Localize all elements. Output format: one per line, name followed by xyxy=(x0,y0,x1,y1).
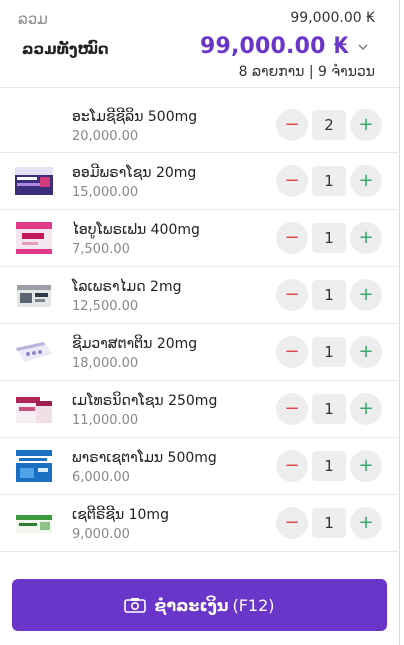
item-price: 20,000.00 xyxy=(72,129,139,144)
item-name: ເຊຕີຣີຊີນ 10mg xyxy=(72,507,169,523)
cart-item-list: ອະໂມຊີຊີລິນ 500mg 20,000.00 − 2 + ອອມີພຣ… xyxy=(0,97,400,552)
cart-panel: ລວມ 99,000.00 ₭ ລວມທັງໝົດ 99,000.00 ₭ 8 … xyxy=(0,0,400,645)
increase-qty-button[interactable]: + xyxy=(350,507,382,539)
camera-icon xyxy=(124,598,147,613)
item-name: ອະໂມຊີຊີລິນ 500mg xyxy=(72,109,198,125)
item-price: 7,500.00 xyxy=(72,242,130,257)
chevron-down-icon xyxy=(358,43,368,50)
quantity-stepper: − 1 + xyxy=(276,393,382,425)
item-price: 18,000.00 xyxy=(72,356,139,371)
total-toggle[interactable]: 99,000.00 ₭ xyxy=(200,34,369,59)
cart-header: ລວມ 99,000.00 ₭ ລວມທັງໝົດ 99,000.00 ₭ 8 … xyxy=(0,0,399,88)
cart-summary: 8 ລາຍການ | 9 ຈຳນວນ xyxy=(238,64,375,80)
decrease-qty-button[interactable]: − xyxy=(276,222,308,254)
cart-item: ເຊຕີຣີຊີນ 10mg 9,000.00 − 1 + xyxy=(0,495,400,552)
item-name: ຊີມວາສຕາຕິນ 20mg xyxy=(72,336,198,352)
product-thumbnail xyxy=(15,167,53,195)
pay-button[interactable]: ຊຳລະເງິນ (F12) xyxy=(12,579,387,631)
subtotal-label: ລວມ xyxy=(18,10,48,28)
quantity-stepper: − 1 + xyxy=(276,222,382,254)
increase-qty-button[interactable]: + xyxy=(350,109,382,141)
quantity-field[interactable]: 1 xyxy=(312,223,346,253)
cart-item: ຊີມວາສຕາຕິນ 20mg 18,000.00 − 1 + xyxy=(0,324,400,381)
increase-qty-button[interactable]: + xyxy=(350,336,382,368)
quantity-field[interactable]: 1 xyxy=(312,280,346,310)
decrease-qty-button[interactable]: − xyxy=(276,450,308,482)
item-name: ເມໂທຣນິດາໂຊນ 250mg xyxy=(72,393,218,409)
subtotal-value: 99,000.00 ₭ xyxy=(290,10,375,26)
decrease-qty-button[interactable]: − xyxy=(276,109,308,141)
item-name: ໂລເພຣາໄມດ 2mg xyxy=(72,279,182,295)
quantity-field[interactable]: 1 xyxy=(312,166,346,196)
quantity-field[interactable]: 1 xyxy=(312,394,346,424)
product-thumbnail xyxy=(16,222,52,254)
pay-button-label: ຊຳລະເງິນ xyxy=(154,595,229,615)
cart-item: ໄອບູໂພຣເຟນ 400mg 7,500.00 − 1 + xyxy=(0,210,400,267)
cart-item: ເມໂທຣນິດາໂຊນ 250mg 11,000.00 − 1 + xyxy=(0,381,400,438)
decrease-qty-button[interactable]: − xyxy=(276,393,308,425)
cart-item: ໂລເພຣາໄມດ 2mg 12,500.00 − 1 + xyxy=(0,267,400,324)
cart-item: ພາຣາເຊຕາໂມນ 500mg 6,000.00 − 1 + xyxy=(0,438,400,495)
increase-qty-button[interactable]: + xyxy=(350,279,382,311)
increase-qty-button[interactable]: + xyxy=(350,393,382,425)
quantity-stepper: − 1 + xyxy=(276,450,382,482)
decrease-qty-button[interactable]: − xyxy=(276,279,308,311)
quantity-field[interactable]: 2 xyxy=(312,110,346,140)
quantity-field[interactable]: 1 xyxy=(312,451,346,481)
quantity-field[interactable]: 1 xyxy=(312,508,346,538)
item-price: 6,000.00 xyxy=(72,470,130,485)
quantity-stepper: − 1 + xyxy=(276,507,382,539)
item-name: ໄອບູໂພຣເຟນ 400mg xyxy=(72,222,200,238)
item-name: ພາຣາເຊຕາໂມນ 500mg xyxy=(72,450,217,466)
product-thumbnail xyxy=(17,285,51,307)
product-thumbnail xyxy=(16,342,52,362)
product-thumbnail xyxy=(16,450,52,482)
item-price: 15,000.00 xyxy=(72,185,139,200)
increase-qty-button[interactable]: + xyxy=(350,222,382,254)
cart-item: ອະໂມຊີຊີລິນ 500mg 20,000.00 − 2 + xyxy=(0,97,400,153)
total-label: ລວມທັງໝົດ xyxy=(22,40,109,58)
increase-qty-button[interactable]: + xyxy=(350,165,382,197)
item-price: 11,000.00 xyxy=(72,413,139,428)
item-price: 12,500.00 xyxy=(72,299,139,314)
cart-item: ອອມີພຣາໂຊນ 20mg 15,000.00 − 1 + xyxy=(0,153,400,210)
product-thumbnail xyxy=(16,397,52,423)
quantity-stepper: − 1 + xyxy=(276,165,382,197)
item-price: 9,000.00 xyxy=(72,527,130,542)
pay-button-container: ຊຳລະເງິນ (F12) xyxy=(12,579,387,631)
item-name: ອອມີພຣາໂຊນ 20mg xyxy=(72,165,197,181)
decrease-qty-button[interactable]: − xyxy=(276,336,308,368)
quantity-field[interactable]: 1 xyxy=(312,337,346,367)
product-thumbnail xyxy=(16,515,52,533)
decrease-qty-button[interactable]: − xyxy=(276,507,308,539)
quantity-stepper: − 1 + xyxy=(276,279,382,311)
quantity-stepper: − 1 + xyxy=(276,336,382,368)
decrease-qty-button[interactable]: − xyxy=(276,165,308,197)
quantity-stepper: − 2 + xyxy=(276,109,382,141)
pay-button-shortcut: (F12) xyxy=(232,595,275,615)
increase-qty-button[interactable]: + xyxy=(350,450,382,482)
total-value: 99,000.00 ₭ xyxy=(199,34,349,59)
